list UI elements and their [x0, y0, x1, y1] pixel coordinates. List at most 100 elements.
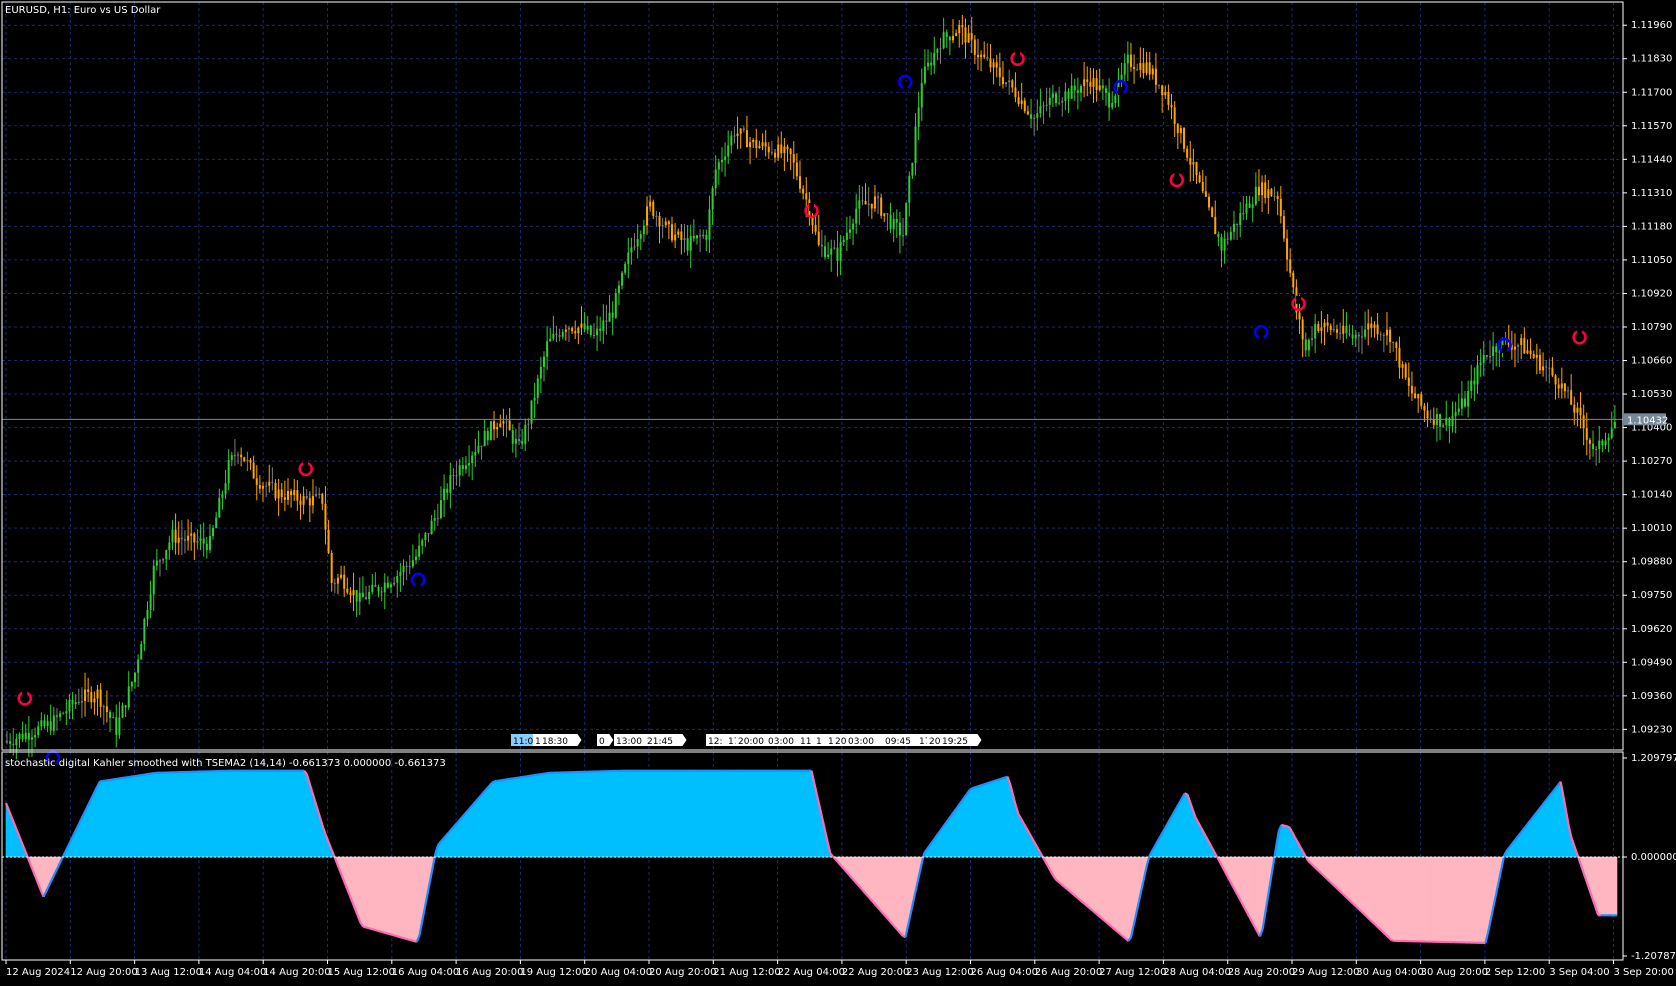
- candle-body[interactable]: [1167, 92, 1169, 105]
- candle-body[interactable]: [1333, 329, 1335, 330]
- candle-body[interactable]: [1361, 336, 1363, 337]
- candle-body[interactable]: [1530, 350, 1532, 354]
- candle-body[interactable]: [490, 421, 492, 440]
- candle-body[interactable]: [1495, 346, 1497, 352]
- candle-body[interactable]: [421, 540, 423, 546]
- candle-body[interactable]: [771, 152, 773, 153]
- candle-body[interactable]: [634, 246, 636, 247]
- candle-body[interactable]: [718, 162, 720, 169]
- candle-body[interactable]: [683, 238, 685, 240]
- candle-body[interactable]: [1567, 390, 1569, 391]
- candle-body[interactable]: [843, 240, 845, 242]
- candle-body[interactable]: [374, 585, 376, 587]
- candle-body[interactable]: [655, 216, 657, 217]
- candle-body[interactable]: [765, 142, 767, 146]
- candle-body[interactable]: [40, 720, 42, 726]
- candle-body[interactable]: [437, 518, 439, 519]
- candle-body[interactable]: [593, 335, 595, 336]
- candle-body[interactable]: [403, 566, 405, 572]
- chart-canvas[interactable]: 1.119601.118301.117001.115701.114401.113…: [0, 0, 1676, 982]
- candle-body[interactable]: [481, 446, 483, 447]
- candle-body[interactable]: [215, 517, 217, 528]
- candle-body[interactable]: [1289, 259, 1291, 272]
- candle-body[interactable]: [1027, 111, 1029, 114]
- candle-body[interactable]: [796, 163, 798, 177]
- candle-body[interactable]: [337, 578, 339, 584]
- candle-body[interactable]: [1389, 330, 1391, 342]
- candle-body[interactable]: [627, 252, 629, 263]
- candle-body[interactable]: [452, 475, 454, 476]
- candle-body[interactable]: [178, 538, 180, 543]
- candle-body[interactable]: [802, 189, 804, 194]
- candle-body[interactable]: [209, 536, 211, 550]
- candle-body[interactable]: [93, 699, 95, 703]
- candle-body[interactable]: [243, 457, 245, 461]
- candle-body[interactable]: [231, 455, 233, 460]
- candle-body[interactable]: [690, 236, 692, 251]
- candle-body[interactable]: [106, 706, 108, 712]
- candle-body[interactable]: [506, 421, 508, 422]
- candle-body[interactable]: [836, 248, 838, 261]
- candle-body[interactable]: [175, 530, 177, 543]
- candle-body[interactable]: [6, 741, 8, 742]
- candle-body[interactable]: [328, 530, 330, 553]
- candle-body[interactable]: [81, 701, 83, 702]
- candle-body[interactable]: [1033, 118, 1035, 119]
- candle-body[interactable]: [584, 323, 586, 329]
- candle-body[interactable]: [952, 36, 954, 40]
- candle-body[interactable]: [1533, 354, 1535, 358]
- candle-body[interactable]: [1548, 368, 1550, 369]
- candle-body[interactable]: [312, 496, 314, 505]
- candle-body[interactable]: [427, 533, 429, 534]
- candle-body[interactable]: [531, 400, 533, 423]
- candle-body[interactable]: [833, 248, 835, 249]
- candle-body[interactable]: [299, 501, 301, 505]
- candle-body[interactable]: [1589, 440, 1591, 444]
- candle-body[interactable]: [278, 489, 280, 498]
- candle-body[interactable]: [527, 424, 529, 425]
- candle-body[interactable]: [993, 62, 995, 67]
- candle-body[interactable]: [783, 147, 785, 154]
- candle-body[interactable]: [462, 465, 464, 469]
- candle-body[interactable]: [440, 500, 442, 518]
- candle-body[interactable]: [1458, 409, 1460, 413]
- candle-body[interactable]: [1049, 98, 1051, 105]
- candle-body[interactable]: [602, 321, 604, 331]
- candle-body[interactable]: [1564, 383, 1566, 391]
- candle-body[interactable]: [365, 597, 367, 599]
- candle-body[interactable]: [1177, 124, 1179, 133]
- candle-body[interactable]: [927, 63, 929, 67]
- candle-body[interactable]: [434, 518, 436, 521]
- candle-body[interactable]: [262, 486, 264, 489]
- candle-body[interactable]: [1427, 411, 1429, 419]
- candle-body[interactable]: [321, 494, 323, 504]
- candle-body[interactable]: [156, 561, 158, 566]
- candle-body[interactable]: [949, 37, 951, 40]
- candle-body[interactable]: [109, 712, 111, 718]
- candle-body[interactable]: [371, 585, 373, 592]
- candle-body[interactable]: [1386, 330, 1388, 336]
- candle-body[interactable]: [936, 49, 938, 53]
- candle-body[interactable]: [193, 533, 195, 542]
- candle-body[interactable]: [290, 491, 292, 495]
- candle-body[interactable]: [921, 83, 923, 107]
- candle-body[interactable]: [203, 538, 205, 543]
- candle-body[interactable]: [234, 455, 236, 456]
- candle-body[interactable]: [1486, 355, 1488, 357]
- candle-body[interactable]: [237, 455, 239, 456]
- candle-body[interactable]: [1364, 329, 1366, 336]
- candle-body[interactable]: [543, 357, 545, 367]
- candle-body[interactable]: [390, 584, 392, 587]
- candle-body[interactable]: [1608, 438, 1610, 441]
- candle-body[interactable]: [346, 589, 348, 593]
- candle-body[interactable]: [1002, 77, 1004, 84]
- candle-body[interactable]: [905, 203, 907, 235]
- candle-body[interactable]: [1595, 449, 1597, 450]
- candle-body[interactable]: [303, 496, 305, 505]
- candle-body[interactable]: [1467, 391, 1469, 407]
- candle-body[interactable]: [830, 249, 832, 255]
- candle-body[interactable]: [977, 55, 979, 57]
- candle-body[interactable]: [225, 483, 227, 493]
- candle-body[interactable]: [549, 339, 551, 341]
- candle-body[interactable]: [471, 456, 473, 464]
